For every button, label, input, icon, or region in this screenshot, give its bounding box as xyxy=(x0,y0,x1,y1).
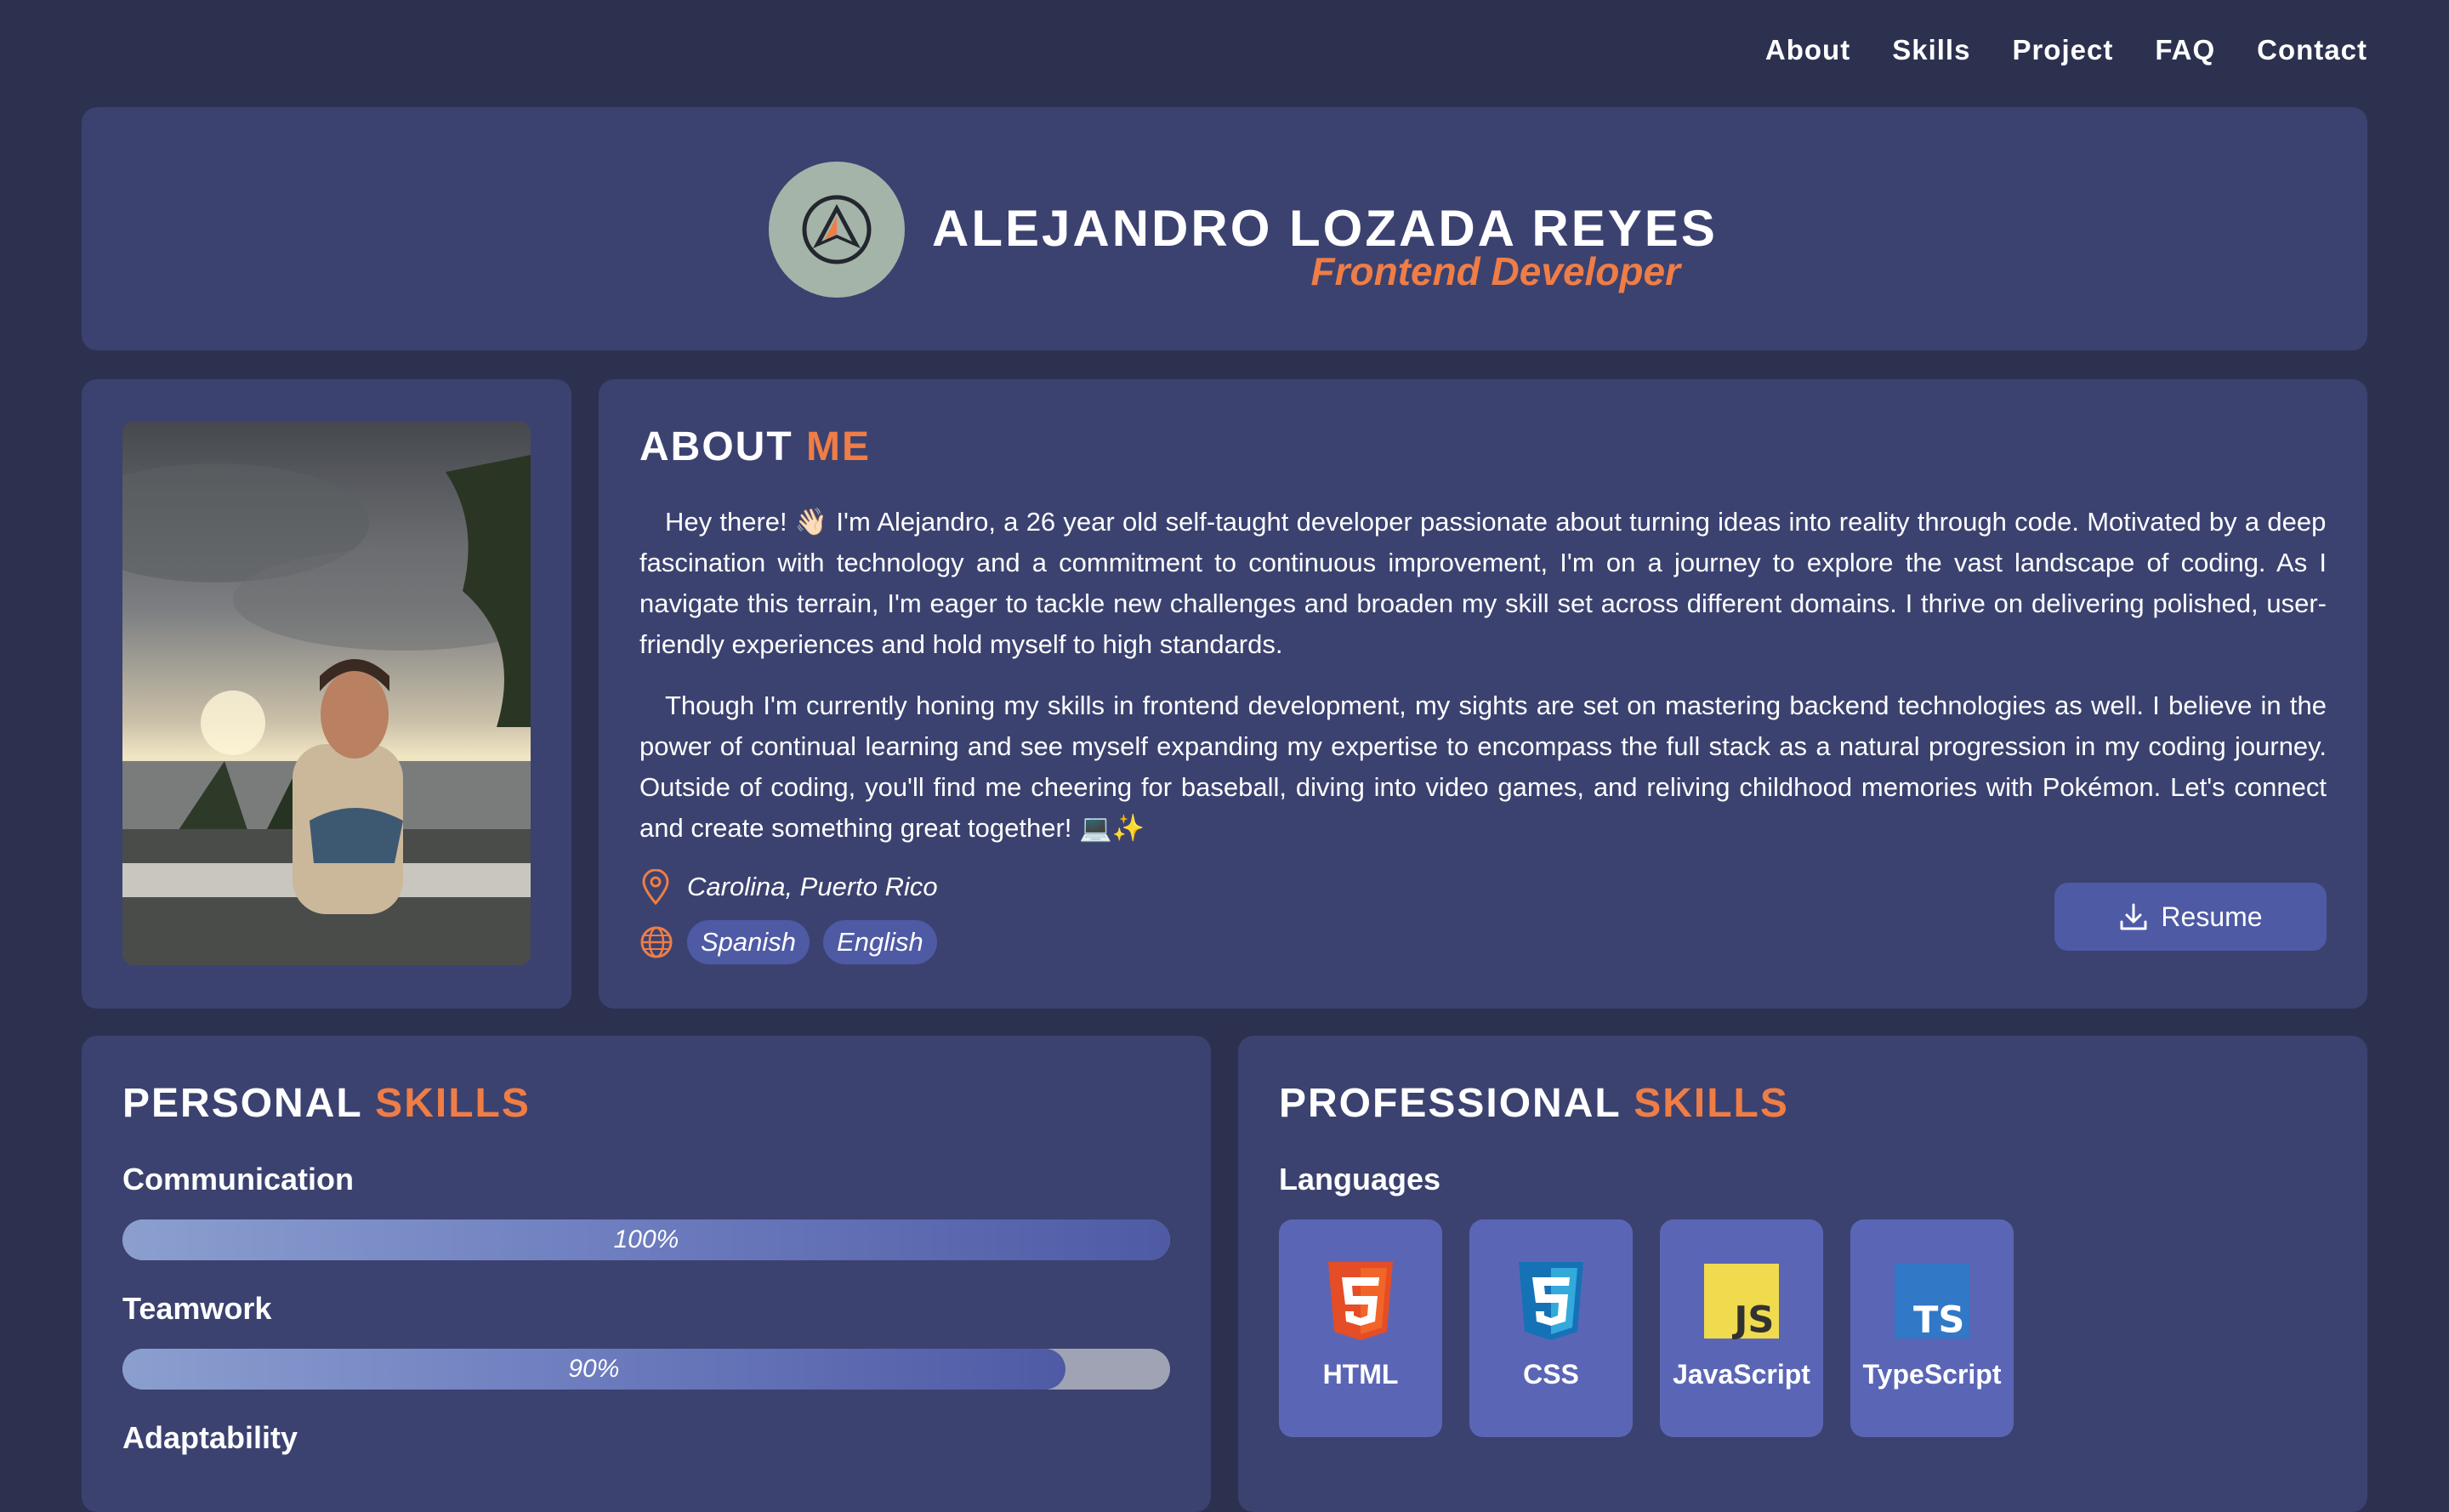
personal-skills-heading: PERSONAL SKILLS xyxy=(122,1081,531,1126)
about-paragraph-2: Though I'm currently honing my skills in… xyxy=(639,691,2327,843)
skill-bar-teamwork: 90% xyxy=(122,1349,1170,1390)
nav-skills-link[interactable]: Skills xyxy=(1892,34,1970,66)
about-paragraph-1: Hey there! 👋🏻 I'm Alejandro, a 26 year o… xyxy=(639,507,2327,659)
skill-label-teamwork: Teamwork xyxy=(122,1291,272,1326)
resume-label: Resume xyxy=(2161,901,2263,932)
skill-tile-typescript: TS TypeScript xyxy=(1850,1219,2014,1437)
javascript-icon: JS xyxy=(1704,1264,1779,1341)
logo-icon xyxy=(802,195,872,264)
skill-tile-javascript: JS JavaScript xyxy=(1660,1219,1823,1437)
languages-subheading: Languages xyxy=(1279,1162,1441,1197)
skill-percent-teamwork: 90% xyxy=(568,1355,620,1383)
skill-tile-css: CSS xyxy=(1469,1219,1633,1437)
globe-icon xyxy=(640,926,673,958)
top-navigation: About Skills Project FAQ Contact xyxy=(1765,34,2367,66)
professional-skills-card: PROFESSIONAL SKILLS Languages HTML CSS J… xyxy=(1238,1036,2367,1512)
svg-text:TS: TS xyxy=(1913,1299,1964,1341)
developer-role: Frontend Developer xyxy=(1310,249,1680,293)
location-pin-icon xyxy=(642,869,669,905)
skill-label-adaptability: Adaptability xyxy=(122,1420,298,1455)
skill-tile-html: HTML xyxy=(1279,1219,1442,1437)
location-row: Carolina, Puerto Rico xyxy=(639,869,938,905)
skill-tile-label: HTML xyxy=(1322,1359,1399,1390)
skill-tile-label: TypeScript xyxy=(1862,1359,2002,1390)
professional-skills-heading: PROFESSIONAL SKILLS xyxy=(1279,1081,1789,1126)
skill-label-communication: Communication xyxy=(122,1162,355,1197)
nav-about-link[interactable]: About xyxy=(1765,34,1850,66)
download-icon xyxy=(2120,903,2147,930)
resume-download-button[interactable]: Resume xyxy=(2054,883,2327,951)
about-text: Hey there! 👋🏻 I'm Alejandro, a 26 year o… xyxy=(639,502,2327,869)
typescript-icon: TS xyxy=(1895,1264,1969,1341)
language-tiles: HTML CSS JS JavaScript TS TypeScript xyxy=(1279,1219,2014,1437)
skill-tile-label: JavaScript xyxy=(1673,1359,1810,1390)
about-card: ABOUT ME Hey there! 👋🏻 I'm Alejandro, a … xyxy=(599,379,2367,1009)
svg-text:JS: JS xyxy=(1731,1299,1774,1341)
location-text: Carolina, Puerto Rico xyxy=(687,872,938,901)
personal-skills-card: PERSONAL SKILLS Communication 100% Teamw… xyxy=(82,1036,1211,1512)
css3-icon xyxy=(1519,1262,1583,1340)
html5-icon xyxy=(1328,1262,1393,1340)
languages-row: Spanish English xyxy=(639,920,937,964)
skill-bar-communication: 100% xyxy=(122,1219,1170,1260)
skill-percent-communication: 100% xyxy=(613,1225,679,1253)
logo xyxy=(769,162,905,298)
nav-project-link[interactable]: Project xyxy=(2012,34,2113,66)
language-badge-english: English xyxy=(823,920,937,964)
about-heading: ABOUT ME xyxy=(639,424,871,469)
nav-faq-link[interactable]: FAQ xyxy=(2155,34,2215,66)
profile-photo xyxy=(122,421,531,965)
photo-card xyxy=(82,379,571,1009)
nav-contact-link[interactable]: Contact xyxy=(2257,34,2367,66)
skill-tile-label: CSS xyxy=(1523,1359,1579,1390)
language-badge-spanish: Spanish xyxy=(687,920,810,964)
